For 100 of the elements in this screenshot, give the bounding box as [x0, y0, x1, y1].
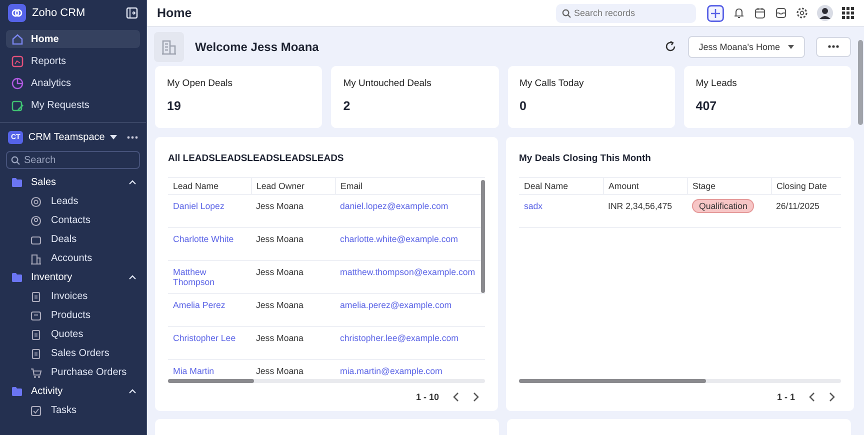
search-field[interactable]: Search records: [556, 4, 696, 22]
module-item[interactable]: Quotes: [0, 325, 146, 344]
module-item[interactable]: Deals: [0, 230, 146, 249]
chart-icon: [11, 54, 24, 68]
stat-value: 2: [343, 99, 352, 113]
inbox-icon[interactable]: [775, 7, 787, 19]
module-item[interactable]: Tasks: [0, 401, 146, 420]
teamspace-selector[interactable]: CRM Teamspace: [28, 132, 105, 143]
previous-page-button[interactable]: [809, 392, 815, 402]
stat-value: 19: [167, 99, 182, 113]
module-item[interactable]: Contacts: [0, 211, 146, 230]
pie-chart-icon: [11, 76, 24, 90]
column-header: Lead Name: [168, 178, 251, 194]
settings-icon[interactable]: [796, 7, 808, 19]
search-icon: [11, 156, 20, 164]
bell-icon[interactable]: [733, 7, 745, 19]
table-cell: Jess Moana: [251, 326, 335, 360]
view-dropdown[interactable]: Jess Moana's Home: [688, 36, 805, 58]
scrollbar-thumb[interactable]: [519, 379, 706, 383]
stat-label: My Untouched Deals: [343, 78, 432, 89]
next-page-button[interactable]: [473, 392, 479, 402]
nav-item[interactable]: Analytics: [6, 74, 140, 92]
app-name: Zoho CRM: [32, 7, 86, 19]
module-item[interactable]: Accounts: [0, 249, 146, 268]
stat-label: My Leads: [696, 78, 738, 89]
next-page-button[interactable]: [829, 392, 835, 402]
nav-item[interactable]: Home: [6, 30, 140, 48]
lead-name-link[interactable]: Charlotte White: [168, 228, 251, 260]
folder-icon: [12, 387, 22, 396]
chevron-icon[interactable]: [129, 389, 136, 394]
target-icon: [30, 196, 42, 208]
column-header: Deal Name: [519, 178, 603, 194]
chevron-icon[interactable]: [129, 275, 136, 280]
table-cell: Jess Moana: [251, 194, 335, 228]
stat-label: My Open Deals: [167, 78, 234, 89]
scrollbar-thumb[interactable]: [481, 180, 485, 293]
email-link[interactable]: christopher.lee@example.com: [335, 326, 485, 360]
add-button[interactable]: [707, 4, 724, 22]
table-cell: Jess Moana: [251, 228, 335, 260]
module-item[interactable]: Products: [0, 306, 146, 325]
more-icon[interactable]: [127, 136, 138, 139]
table-cell: 26/11/2025: [771, 194, 841, 228]
search-icon: [562, 8, 571, 18]
stat-value: 0: [520, 99, 528, 113]
contact-icon: [30, 214, 42, 226]
module-item[interactable]: Sales Orders: [0, 344, 146, 363]
apps-grid-icon[interactable]: [842, 7, 854, 19]
welcome-heading: Welcome Jess Moana: [195, 40, 320, 54]
more-icon: [828, 45, 839, 48]
page-range: 1 - 10: [416, 392, 439, 402]
module-header[interactable]: Sales: [0, 173, 146, 192]
building-icon: [154, 32, 184, 62]
table-cell: INR 2,34,56,475: [603, 194, 687, 228]
lead-name-link[interactable]: Amelia Perez: [168, 294, 251, 326]
nav-item[interactable]: My Requests: [6, 96, 140, 114]
table-cell: Jess Moana: [251, 260, 335, 294]
wallet-icon: [30, 234, 42, 246]
cart-icon: [30, 366, 42, 378]
collapse-sidebar-icon[interactable]: [126, 7, 138, 19]
refresh-icon[interactable]: [664, 41, 676, 52]
scrollbar-thumb[interactable]: [168, 379, 254, 383]
lead-name-link[interactable]: Daniel Lopez: [168, 194, 251, 228]
chevron-icon[interactable]: [129, 180, 136, 185]
deal-name-link[interactable]: sadx: [519, 194, 603, 228]
avatar-icon[interactable]: [817, 5, 833, 21]
column-header: Closing Date: [771, 178, 841, 194]
page-range: 1 - 1: [776, 392, 795, 402]
previous-page-button[interactable]: [453, 392, 459, 402]
calendar-icon[interactable]: [754, 7, 766, 19]
search-field[interactable]: Search: [6, 151, 140, 169]
folder-icon: [12, 178, 22, 187]
column-header: Email: [335, 178, 485, 194]
calendar-edit-icon: [11, 98, 24, 112]
module-item[interactable]: Invoices: [0, 287, 146, 306]
module-item[interactable]: Purchase Orders: [0, 363, 146, 382]
home-icon: [11, 32, 24, 46]
module-header[interactable]: Inventory: [0, 268, 146, 287]
column-header: Stage: [687, 178, 771, 194]
stat-label: My Calls Today: [520, 78, 585, 89]
box-icon: [30, 310, 42, 322]
column-header: Lead Owner: [251, 178, 335, 194]
lead-name-link[interactable]: Christopher Lee: [168, 326, 251, 360]
email-link[interactable]: amelia.perez@example.com: [335, 294, 485, 326]
scrollbar-thumb[interactable]: [858, 40, 863, 125]
dropdown-icon[interactable]: [110, 135, 117, 140]
nav-item[interactable]: Reports: [6, 52, 140, 70]
document-icon: [30, 290, 42, 302]
document-icon: [30, 328, 42, 340]
more-button[interactable]: [816, 36, 851, 56]
panel-title: My Deals Closing This Month: [519, 153, 652, 164]
table-cell: Jess Moana: [251, 294, 335, 326]
module-header[interactable]: Activity: [0, 382, 146, 401]
stat-value: 407: [696, 99, 718, 113]
module-item[interactable]: Leads: [0, 192, 146, 211]
stage-tag: Qualification: [692, 199, 754, 213]
lead-name-link[interactable]: Matthew Thompson: [168, 260, 251, 294]
checkbox-icon: [30, 404, 42, 416]
logo: [8, 4, 26, 22]
document-icon: [30, 348, 42, 360]
folder-icon: [12, 273, 22, 282]
